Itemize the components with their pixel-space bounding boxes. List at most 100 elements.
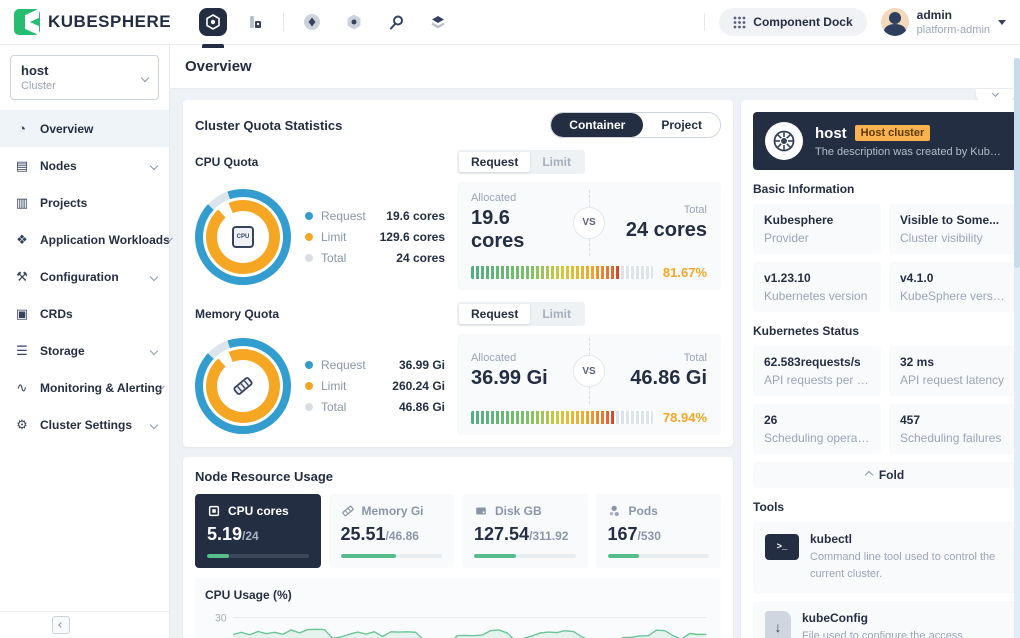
topbar-right: Component Dock admin platform-admin (704, 8, 1020, 36)
kubesphere-logo[interactable]: KUBESPHERE (0, 9, 185, 35)
cluster-management-icon[interactable] (199, 8, 227, 36)
memory-icon (341, 504, 355, 518)
cluster-hero[interactable]: host Host cluster The description was cr… (753, 112, 1017, 170)
cluster-selector[interactable]: host Cluster (10, 55, 159, 100)
user-role: platform-admin (917, 24, 990, 36)
cpu-allocated-value: 19.6 cores (471, 207, 555, 253)
memory-quota-legend: Request36.99 Gi Limit260.24 Gi Total46.8… (305, 351, 445, 421)
request-dot (305, 361, 313, 369)
info-tile-ks-version: v4.1.0 KubeSphere version (889, 262, 1017, 312)
status-tile-api-latency: 32 ms API request latency (889, 346, 1017, 396)
sidebar-item-configuration[interactable]: ⚒ Configuration (0, 258, 169, 295)
limit-dot (305, 382, 313, 390)
kubesphere-app: KUBESPHERE (0, 0, 1020, 638)
total-dot (305, 254, 313, 262)
extensions-icon[interactable] (340, 8, 368, 36)
component-dock-button[interactable]: Component Dock (719, 8, 866, 36)
right-column: host Host cluster The description was cr… (741, 100, 1020, 627)
quota-card-title: Cluster Quota Statistics (195, 118, 342, 133)
cpu-request-limit-tabs[interactable]: Request Limit (457, 150, 585, 174)
cpu-quota-title: CPU Quota (195, 155, 445, 169)
cpu-quota-donut: CPU (195, 189, 291, 285)
tile-disk[interactable]: Disk GB 127.54/311.92 (462, 494, 588, 568)
memory-tab-request[interactable]: Request (459, 304, 530, 324)
cpu-quota-usage-bar (471, 266, 653, 279)
cluster-selector-name: host (21, 63, 142, 78)
tile-memory[interactable]: Memory Gi 25.51/46.86 (329, 494, 455, 568)
page-scrollbar-thumb[interactable] (1014, 58, 1020, 268)
sidebar-item-projects[interactable]: ▥ Projects (0, 184, 169, 221)
nodes-icon: ▤ (14, 158, 30, 174)
cluster-settings-chevron-icon (150, 420, 158, 428)
kubeconfig-file-icon: ↓ (765, 611, 791, 638)
status-tile-scheduling-failures: 457 Scheduling failures (889, 404, 1017, 454)
kubernetes-status-label: Kubernetes Status (753, 324, 1017, 338)
fold-button[interactable]: Fold (753, 462, 1017, 488)
cpu-tab-limit[interactable]: Limit (530, 152, 583, 172)
search-icon[interactable] (382, 8, 410, 36)
kubernetes-status-grid: 62.583requests/s API requests per second… (753, 346, 1017, 454)
kubectl-tool[interactable]: >_ kubectl Command line tool used to con… (753, 522, 1017, 593)
storage-icon: ☰ (14, 343, 30, 359)
request-dot (305, 212, 313, 220)
cpu-icon (207, 504, 221, 518)
memory-quota-compare-panel: Allocated 36.99 Gi VS Total 46.86 Gi (457, 334, 721, 435)
memory-tab-limit[interactable]: Limit (530, 304, 583, 324)
user-caret-icon (998, 20, 1006, 25)
cpu-total-value: 24 cores (623, 219, 707, 242)
disk-icon (474, 504, 488, 518)
main-content: Cluster Quota Statistics Container Proje… (170, 89, 1020, 638)
cpu-quota-compare-panel: Allocated 19.6 cores VS Total 24 cores (457, 182, 721, 290)
sidebar-item-crds[interactable]: ▣ CRDs (0, 295, 169, 332)
cluster-settings-icon: ⚙ (14, 417, 30, 433)
sidebar-item-cluster-settings[interactable]: ⚙ Cluster Settings (0, 406, 169, 443)
memory-quota-percent: 78.94% (663, 410, 707, 425)
sidebar-nav: ◔ Overview ▤ Nodes ▥ Projects ❖ Applicat… (0, 110, 169, 443)
sidebar-item-monitoring-alerting[interactable]: ∿ Monitoring & Alerting (0, 369, 169, 406)
total-dot (305, 403, 313, 411)
configuration-icon: ⚒ (14, 269, 30, 285)
dock-grid-icon (733, 16, 746, 29)
cluster-selector-chevron-icon (141, 73, 149, 81)
limit-dot (305, 233, 313, 241)
kubesphere-logo-text: KUBESPHERE (48, 12, 171, 32)
cluster-selector-type: Cluster (21, 80, 142, 92)
cpu-tab-request[interactable]: Request (459, 152, 530, 172)
cpu-usage-chart-title: CPU Usage (%) (205, 588, 711, 602)
monitoring-icon: ∿ (14, 380, 30, 396)
workbench-icon[interactable] (241, 8, 269, 36)
sidebar-item-application-workloads[interactable]: ❖ Application Workloads (0, 221, 169, 258)
storage-chevron-icon (150, 346, 158, 354)
toggle-container[interactable]: Container (551, 113, 643, 137)
memory-quota-usage-bar (471, 411, 653, 424)
memory-stick-icon (230, 373, 256, 399)
page-title: Overview (185, 58, 252, 75)
container-project-toggle[interactable]: Container Project (550, 112, 721, 138)
memory-request-limit-tabs[interactable]: Request Limit (457, 302, 585, 326)
application-workloads-icon: ❖ (14, 232, 30, 248)
kubectl-terminal-icon: >_ (765, 534, 799, 560)
cpu-chip-icon: CPU (232, 226, 254, 248)
sidebar-footer (0, 611, 169, 638)
sidebar-item-storage[interactable]: ☰ Storage (0, 332, 169, 369)
sidebar-item-overview[interactable]: ◔ Overview (0, 110, 169, 147)
user-menu[interactable]: admin platform-admin (881, 8, 1006, 36)
toggle-project[interactable]: Project (643, 113, 720, 137)
main-header: Overview (170, 45, 1020, 89)
memory-quota-section: Memory Quota Request Limit (195, 302, 721, 435)
sidebar-item-nodes[interactable]: ▤ Nodes (0, 147, 169, 184)
kubeconfig-tool[interactable]: ↓ kubeConfig File used to configure the … (753, 601, 1017, 638)
layers-icon[interactable] (424, 8, 452, 36)
nodes-chevron-icon (150, 161, 158, 169)
memory-allocated-value: 36.99 Gi (471, 367, 555, 390)
tile-cpu-cores[interactable]: CPU cores 5.19/24 (195, 494, 321, 568)
memory-quota-donut (195, 338, 291, 434)
page-scrollbar[interactable] (1014, 58, 1020, 638)
cluster-quota-card: Cluster Quota Statistics Container Proje… (183, 100, 733, 447)
cpu-usage-plot: 010203005:44:2907:20:2908:56:2910:32:291… (205, 606, 711, 638)
tile-pods[interactable]: Pods 167/530 (596, 494, 722, 568)
app-store-icon[interactable] (298, 8, 326, 36)
info-tile-k8s-version: v1.23.10 Kubernetes version (753, 262, 881, 312)
info-tile-provider: Kubesphere Provider (753, 204, 881, 254)
sidebar-collapse-button[interactable] (52, 616, 70, 634)
